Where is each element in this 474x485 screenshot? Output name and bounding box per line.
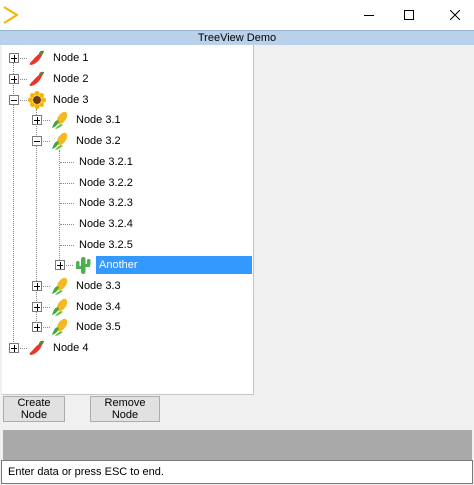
tree-connector xyxy=(60,245,74,246)
corn-icon xyxy=(50,317,70,337)
minimize-icon xyxy=(364,10,374,20)
tree-connector xyxy=(60,203,74,204)
maximize-icon xyxy=(404,10,414,20)
sunflower-icon xyxy=(27,90,47,110)
tree-node-label[interactable]: Node 3.1 xyxy=(73,111,124,129)
maximize-button[interactable] xyxy=(392,0,426,30)
tree-node-label[interactable]: Node 3.2.1 xyxy=(76,153,136,171)
tree-node-label[interactable]: Node 3.2.3 xyxy=(76,194,136,212)
tree-node-label[interactable]: Node 3.2.2 xyxy=(76,174,136,192)
expand-toggle[interactable] xyxy=(32,115,42,125)
window-title-bar[interactable] xyxy=(0,0,474,30)
corn-icon xyxy=(50,276,70,296)
cactus-icon xyxy=(73,255,93,275)
remove-node-button[interactable]: Remove Node xyxy=(90,396,160,422)
expand-toggle[interactable] xyxy=(9,343,19,353)
tree-node-label[interactable]: Node 3.2.5 xyxy=(76,236,136,254)
triangle-play-icon xyxy=(2,5,20,25)
tree-node-label[interactable]: Another xyxy=(96,256,252,274)
expand-toggle[interactable] xyxy=(9,53,19,63)
tree-node-label[interactable]: Node 4 xyxy=(50,339,91,357)
close-icon xyxy=(450,10,460,20)
tree-node-label[interactable]: Node 3.5 xyxy=(73,318,124,336)
gray-panel xyxy=(3,430,472,460)
tree-connector xyxy=(60,224,74,225)
tree-node-label[interactable]: Node 3.2.4 xyxy=(76,215,136,233)
data-entry-field[interactable] xyxy=(1,460,473,484)
tree-node-label[interactable]: Node 1 xyxy=(50,49,91,67)
expand-toggle[interactable] xyxy=(55,260,65,270)
tree-connector xyxy=(60,183,74,184)
corn-icon xyxy=(50,110,70,130)
collapse-toggle[interactable] xyxy=(9,95,19,105)
tree-node-label[interactable]: Node 3 xyxy=(50,91,91,109)
expand-toggle[interactable] xyxy=(9,74,19,84)
minimize-button[interactable] xyxy=(352,0,386,30)
chili-icon xyxy=(27,338,47,358)
app-title: TreeView Demo xyxy=(197,32,277,44)
tree-node-label[interactable]: Node 3.4 xyxy=(73,298,124,316)
tree-node-label[interactable]: Node 2 xyxy=(50,70,91,88)
tree-node-label[interactable]: Node 3.3 xyxy=(73,277,124,295)
tree-connector xyxy=(59,150,60,264)
chili-icon xyxy=(27,48,47,68)
tree-node-label[interactable]: Node 3.2 xyxy=(73,132,124,150)
collapse-toggle[interactable] xyxy=(32,136,42,146)
tree-connector xyxy=(60,162,74,163)
expand-toggle[interactable] xyxy=(32,302,42,312)
app-caption-bar: TreeView Demo xyxy=(0,30,474,45)
expand-toggle[interactable] xyxy=(32,322,42,332)
corn-icon xyxy=(50,131,70,151)
create-node-button[interactable]: Create Node xyxy=(3,396,65,422)
tree-view[interactable]: Node 1 Node 2 Node 3 Node 3.1 Node 3.2 Node 3… xyxy=(2,45,254,395)
expand-toggle[interactable] xyxy=(32,281,42,291)
chili-icon xyxy=(27,69,47,89)
close-button[interactable] xyxy=(438,0,472,30)
corn-icon xyxy=(50,297,70,317)
